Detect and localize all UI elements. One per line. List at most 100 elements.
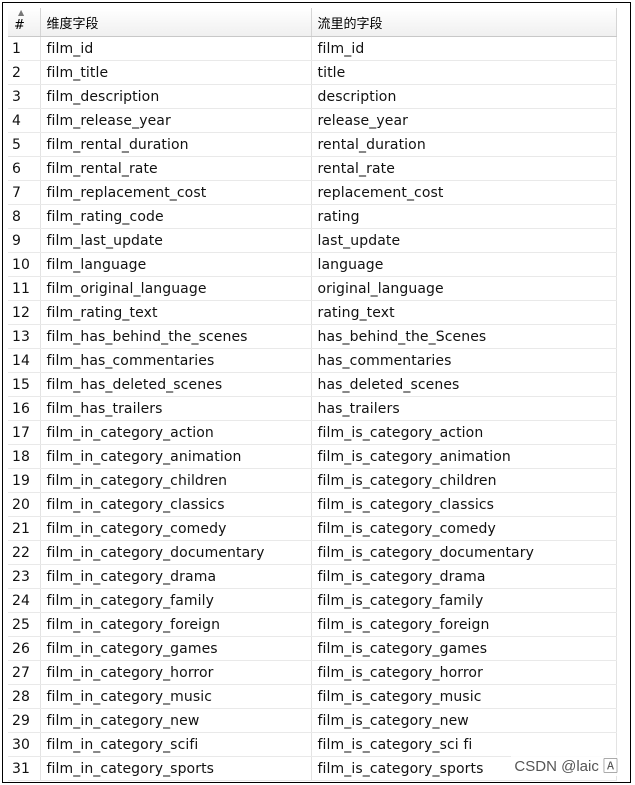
table-row[interactable]: 2 film_title title [8,60,617,85]
dimension-field-cell[interactable]: film_replacement_cost [40,180,312,205]
stream-field-cell[interactable]: replacement_cost [311,180,617,205]
stream-field-cell[interactable]: last_update [311,228,617,253]
row-number-cell[interactable]: 14 [8,348,41,373]
table-row[interactable]: 18 film_in_category_animation film_is_cate… [8,444,617,469]
dimension-field-cell[interactable]: film_title [40,60,312,85]
stream-field-cell[interactable]: description [311,84,617,109]
dimension-field-cell[interactable]: film_last_update [40,228,312,253]
table-row[interactable]: 4 film_release_year release_year [8,108,617,133]
table-row[interactable]: 15 film_has_deleted_scenes has_deleted_sce… [8,372,617,397]
dimension-field-cell[interactable]: film_in_category_classics [40,492,312,517]
stream-field-cell[interactable]: film_is_category_foreign [311,612,617,637]
row-number-cell[interactable]: 29 [8,708,41,733]
dimension-field-cell[interactable]: film_in_category_children [40,468,312,493]
table-row[interactable]: 14 film_has_commentaries has_commentaries [8,348,617,373]
stream-field-cell[interactable]: film_is_category_sci fi [311,732,617,757]
table-row[interactable]: 19 film_in_category_children film_is_categ… [8,468,617,493]
dimension-field-cell[interactable]: film_in_category_scifi [40,732,312,757]
table-row[interactable]: 5 film_rental_duration rental_duration [8,132,617,157]
stream-field-cell[interactable]: language [311,252,617,277]
table-row[interactable]: 24 film_in_category_family film_is_categor… [8,588,617,613]
dimension-field-cell[interactable]: film_in_category_family [40,588,312,613]
dimension-field-cell[interactable]: film_in_category_music [40,684,312,709]
table-row[interactable]: 25 film_in_category_foreign film_is_catego… [8,612,617,637]
stream-field-cell[interactable]: film_is_category_drama [311,564,617,589]
row-number-cell[interactable]: 21 [8,516,41,541]
dimension-field-cell[interactable]: film_language [40,252,312,277]
table-row[interactable]: 1 film_id film_id [8,36,617,61]
row-number-cell[interactable]: 24 [8,588,41,613]
row-number-cell[interactable]: 13 [8,324,41,349]
table-row[interactable]: 21 film_in_category_comedy film_is_categor… [8,516,617,541]
row-number-cell[interactable]: 7 [8,180,41,205]
row-number-cell[interactable]: 1 [8,36,41,61]
dimension-field-cell[interactable]: film_id [40,36,312,61]
column-header-stream-field[interactable]: 流里的字段 [311,8,617,37]
table-row[interactable]: 11 film_original_language original_languag… [8,276,617,301]
table-row[interactable]: 3 film_description description [8,84,617,109]
table-row[interactable]: 13 film_has_behind_the_scenes has_behind_t… [8,324,617,349]
table-row[interactable]: 22 film_in_category_documentary film_is_ca… [8,540,617,565]
row-number-cell[interactable]: 16 [8,396,41,421]
table-row[interactable]: 16 film_has_trailers has_trailers [8,396,617,421]
table-row[interactable]: 12 film_rating_text rating_text [8,300,617,325]
row-number-cell[interactable]: 31 [8,756,41,781]
dimension-field-cell[interactable]: film_in_category_foreign [40,612,312,637]
row-number-cell[interactable]: 12 [8,300,41,325]
dimension-field-cell[interactable]: film_in_category_games [40,636,312,661]
dimension-field-cell[interactable]: film_in_category_new [40,708,312,733]
table-row[interactable]: 17 film_in_category_action film_is_categor… [8,420,617,445]
table-row[interactable]: 27 film_in_category_horror film_is_categor… [8,660,617,685]
table-row[interactable]: 8 film_rating_code rating [8,204,617,229]
row-number-cell[interactable]: 8 [8,204,41,229]
row-number-cell[interactable]: 30 [8,732,41,757]
table-row[interactable]: 26 film_in_category_games film_is_category… [8,636,617,661]
row-number-cell[interactable]: 22 [8,540,41,565]
stream-field-cell[interactable]: has_behind_the_Scenes [311,324,617,349]
stream-field-cell[interactable]: film_is_category_comedy [311,516,617,541]
row-number-cell[interactable]: 11 [8,276,41,301]
column-header-number[interactable]: ▲ # [8,8,41,37]
dimension-field-cell[interactable]: film_has_commentaries [40,348,312,373]
dimension-field-cell[interactable]: film_in_category_animation [40,444,312,469]
dimension-field-cell[interactable]: film_in_category_documentary [40,540,312,565]
row-number-cell[interactable]: 27 [8,660,41,685]
dimension-field-cell[interactable]: film_in_category_sports [40,756,312,781]
row-number-cell[interactable]: 2 [8,60,41,85]
stream-field-cell[interactable]: film_is_category_documentary [311,540,617,565]
dimension-field-cell[interactable]: film_rental_rate [40,156,312,181]
dimension-field-cell[interactable]: film_in_category_comedy [40,516,312,541]
column-header-dimension-field[interactable]: 维度字段 [40,8,312,37]
stream-field-cell[interactable]: film_is_category_children [311,468,617,493]
row-number-cell[interactable]: 3 [8,84,41,109]
table-row[interactable]: 29 film_in_category_new film_is_category_n… [8,708,617,733]
dimension-field-cell[interactable]: film_rating_text [40,300,312,325]
table-row[interactable]: 10 film_language language [8,252,617,277]
stream-field-cell[interactable]: film_is_category_family [311,588,617,613]
table-row[interactable]: 6 film_rental_rate rental_rate [8,156,617,181]
stream-field-cell[interactable]: film_is_category_animation [311,444,617,469]
row-number-cell[interactable]: 10 [8,252,41,277]
stream-field-cell[interactable]: film_is_category_games [311,636,617,661]
dimension-field-cell[interactable]: film_rating_code [40,204,312,229]
stream-field-cell[interactable]: film_is_category_action [311,420,617,445]
row-number-cell[interactable]: 6 [8,156,41,181]
stream-field-cell[interactable]: film_id [311,36,617,61]
stream-field-cell[interactable]: rating_text [311,300,617,325]
dimension-field-cell[interactable]: film_has_trailers [40,396,312,421]
dimension-field-cell[interactable]: film_has_behind_the_scenes [40,324,312,349]
table-row[interactable]: 20 film_in_category_classics film_is_categ… [8,492,617,517]
row-number-cell[interactable]: 20 [8,492,41,517]
dimension-field-cell[interactable]: film_original_language [40,276,312,301]
dimension-field-cell[interactable]: film_description [40,84,312,109]
table-row[interactable]: 23 film_in_category_drama film_is_category… [8,564,617,589]
stream-field-cell[interactable]: has_deleted_scenes [311,372,617,397]
table-row[interactable]: 30 film_in_category_scifi film_is_category… [8,732,617,757]
stream-field-cell[interactable]: film_is_category_classics [311,492,617,517]
dimension-field-cell[interactable]: film_has_deleted_scenes [40,372,312,397]
dimension-field-cell[interactable]: film_release_year [40,108,312,133]
dimension-field-cell[interactable]: film_in_category_horror [40,660,312,685]
stream-field-cell[interactable]: title [311,60,617,85]
stream-field-cell[interactable]: has_commentaries [311,348,617,373]
stream-field-cell[interactable]: rental_duration [311,132,617,157]
